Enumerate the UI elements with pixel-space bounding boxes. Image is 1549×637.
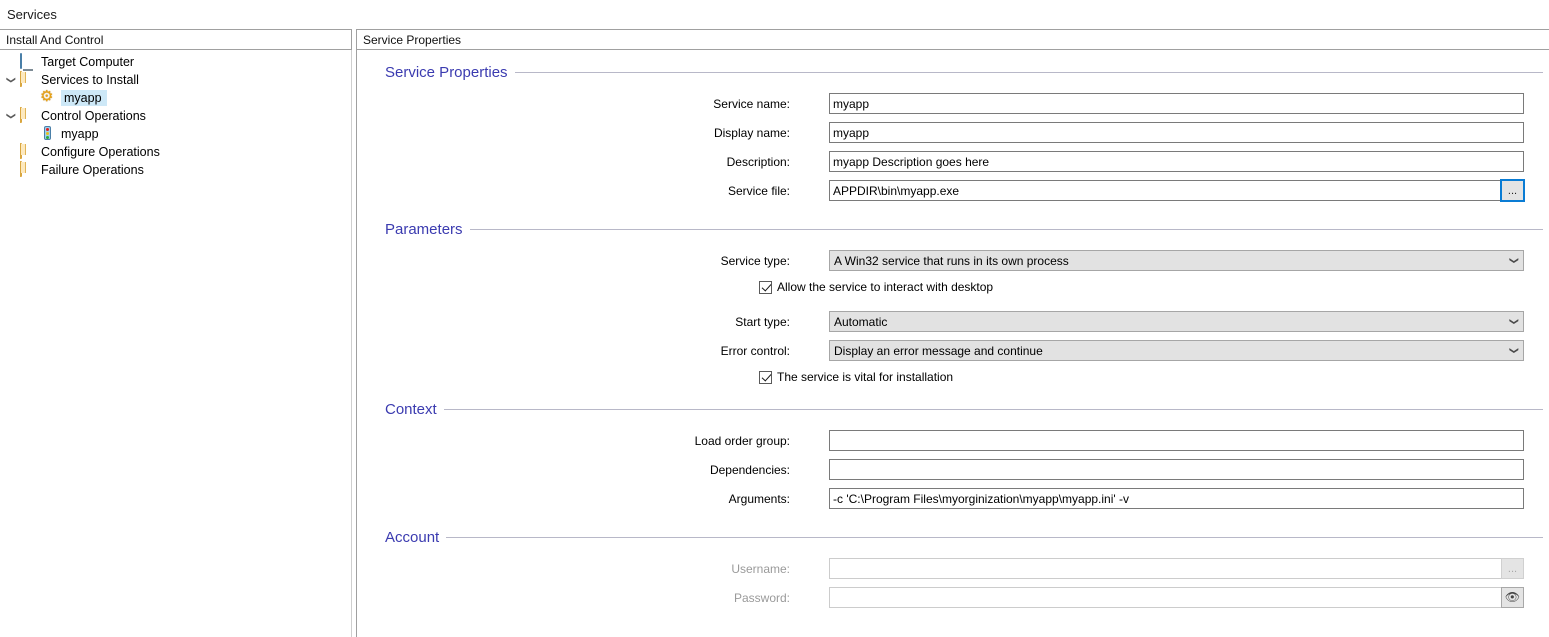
- left-panel-header: Install And Control: [0, 29, 352, 50]
- vital-for-installation-label: The service is vital for installation: [777, 370, 954, 384]
- group-title: Parameters: [385, 221, 463, 238]
- tree-item-control-operations[interactable]: ❯ Control Operations: [0, 107, 351, 125]
- field-row-arguments: Arguments:: [357, 484, 1549, 513]
- folder-icon: [20, 143, 38, 160]
- field-row-description: Description:: [357, 147, 1549, 176]
- field-row-error-control: Error control: Display an error message …: [357, 336, 1549, 365]
- vital-for-installation-checkbox[interactable]: [759, 370, 772, 384]
- display-name-label: Display name:: [713, 125, 790, 140]
- username-browse-button[interactable]: ...: [1501, 558, 1524, 579]
- vital-for-installation-row[interactable]: The service is vital for installation: [357, 365, 1549, 389]
- tree-item-label: Services to Install: [41, 73, 139, 87]
- traffic-light-icon: [40, 126, 58, 142]
- chevron-down-icon: ❯: [1509, 317, 1520, 326]
- group-divider: [446, 537, 1543, 538]
- interact-with-desktop-row[interactable]: Allow the service to interact with deskt…: [357, 275, 1549, 299]
- chevron-down-icon[interactable]: ❯: [3, 108, 21, 125]
- chevron-down-icon[interactable]: ❯: [3, 72, 21, 89]
- interact-with-desktop-checkbox[interactable]: [759, 280, 772, 294]
- service-name-label: Service name:: [713, 96, 790, 111]
- monitor-icon: [20, 53, 38, 70]
- chevron-down-icon: ❯: [1509, 346, 1520, 355]
- group-header: Account: [357, 529, 1549, 546]
- right-panel-header: Service Properties: [357, 29, 1549, 50]
- tree-item-label: Target Computer: [41, 55, 135, 69]
- group-divider: [469, 229, 1543, 230]
- group-context: Context Load order group: Dependencies:: [357, 401, 1549, 513]
- field-row-load-order-group: Load order group:: [357, 426, 1549, 455]
- service-file-input[interactable]: [829, 180, 1501, 201]
- group-title: Service Properties: [385, 64, 508, 81]
- group-divider: [443, 409, 1543, 410]
- window-title: Services: [0, 0, 1549, 29]
- service-type-select[interactable]: A Win32 service that runs in its own pro…: [829, 250, 1524, 271]
- folder-icon: [20, 107, 38, 124]
- error-control-select[interactable]: Display an error message and continue ❯: [829, 340, 1524, 361]
- field-row-display-name: Display name:: [357, 118, 1549, 147]
- display-name-input[interactable]: [829, 122, 1524, 143]
- tree-item-label: myapp: [61, 127, 99, 141]
- load-order-group-input[interactable]: [829, 430, 1524, 451]
- username-input[interactable]: [829, 558, 1501, 579]
- tree-item-label: Configure Operations: [41, 145, 160, 159]
- start-type-select[interactable]: Automatic ❯: [829, 311, 1524, 332]
- install-and-control-panel: Install And Control Target Computer ❯ Se…: [0, 29, 352, 637]
- arguments-label: Arguments:: [728, 491, 790, 506]
- username-label: Username:: [731, 561, 790, 576]
- tree-item-label: Failure Operations: [41, 163, 144, 177]
- password-label: Password:: [733, 590, 790, 605]
- group-title: Context: [385, 401, 437, 418]
- arguments-input[interactable]: [829, 488, 1524, 509]
- field-row-password: Password: 👁: [357, 583, 1549, 612]
- chevron-down-icon: ❯: [1509, 256, 1520, 265]
- group-service-properties: Service Properties Service name: Display…: [357, 64, 1549, 205]
- group-parameters: Parameters Service type: A Win32 service…: [357, 221, 1549, 389]
- interact-with-desktop-label: Allow the service to interact with deskt…: [777, 280, 994, 294]
- eye-icon[interactable]: 👁: [1501, 587, 1524, 608]
- field-row-service-type: Service type: A Win32 service that runs …: [357, 246, 1549, 275]
- load-order-group-label: Load order group:: [694, 433, 790, 448]
- tree-item-failure-operations[interactable]: Failure Operations: [0, 161, 351, 179]
- tree-item-target-computer[interactable]: Target Computer: [0, 53, 351, 71]
- main-split-container: Install And Control Target Computer ❯ Se…: [0, 29, 1549, 637]
- group-header: Service Properties: [357, 64, 1549, 81]
- gear-icon: [40, 90, 58, 106]
- service-type-label: Service type:: [720, 253, 790, 268]
- group-account: Account Username: ... Password: 👁: [357, 529, 1549, 612]
- description-input[interactable]: [829, 151, 1524, 172]
- service-name-input[interactable]: [829, 93, 1524, 114]
- field-row-service-name: Service name:: [357, 89, 1549, 118]
- service-properties-panel: Service Properties Service Properties Se…: [357, 29, 1549, 637]
- field-row-service-file: Service file: ...: [357, 176, 1549, 205]
- group-title: Account: [385, 529, 440, 546]
- start-type-value: Automatic: [834, 314, 888, 329]
- service-file-browse-button[interactable]: ...: [1500, 179, 1525, 202]
- field-row-start-type: Start type: Automatic ❯: [357, 307, 1549, 336]
- properties-form: Service Properties Service name: Display…: [357, 50, 1549, 637]
- tree-item-label: Control Operations: [41, 109, 146, 123]
- tree-item-configure-operations[interactable]: Configure Operations: [0, 143, 351, 161]
- description-label: Description:: [726, 154, 790, 169]
- group-header: Context: [357, 401, 1549, 418]
- service-type-value: A Win32 service that runs in its own pro…: [834, 253, 1069, 268]
- tree-item-myapp-control[interactable]: myapp: [0, 125, 351, 143]
- folder-icon: [20, 161, 38, 178]
- start-type-label: Start type:: [735, 314, 790, 329]
- dependencies-input[interactable]: [829, 459, 1524, 480]
- tree-item-myapp-install[interactable]: myapp: [0, 89, 351, 107]
- service-file-label: Service file:: [727, 183, 790, 198]
- password-input[interactable]: [829, 587, 1501, 608]
- error-control-value: Display an error message and continue: [834, 343, 1043, 358]
- group-header: Parameters: [357, 221, 1549, 238]
- group-divider: [514, 72, 1543, 73]
- field-row-dependencies: Dependencies:: [357, 455, 1549, 484]
- service-tree[interactable]: Target Computer ❯ Services to Install my…: [0, 50, 352, 637]
- tree-item-label: myapp: [61, 90, 107, 106]
- field-row-username: Username: ...: [357, 554, 1549, 583]
- dependencies-label: Dependencies:: [709, 462, 790, 477]
- folder-icon: [20, 71, 38, 88]
- error-control-label: Error control:: [720, 343, 790, 358]
